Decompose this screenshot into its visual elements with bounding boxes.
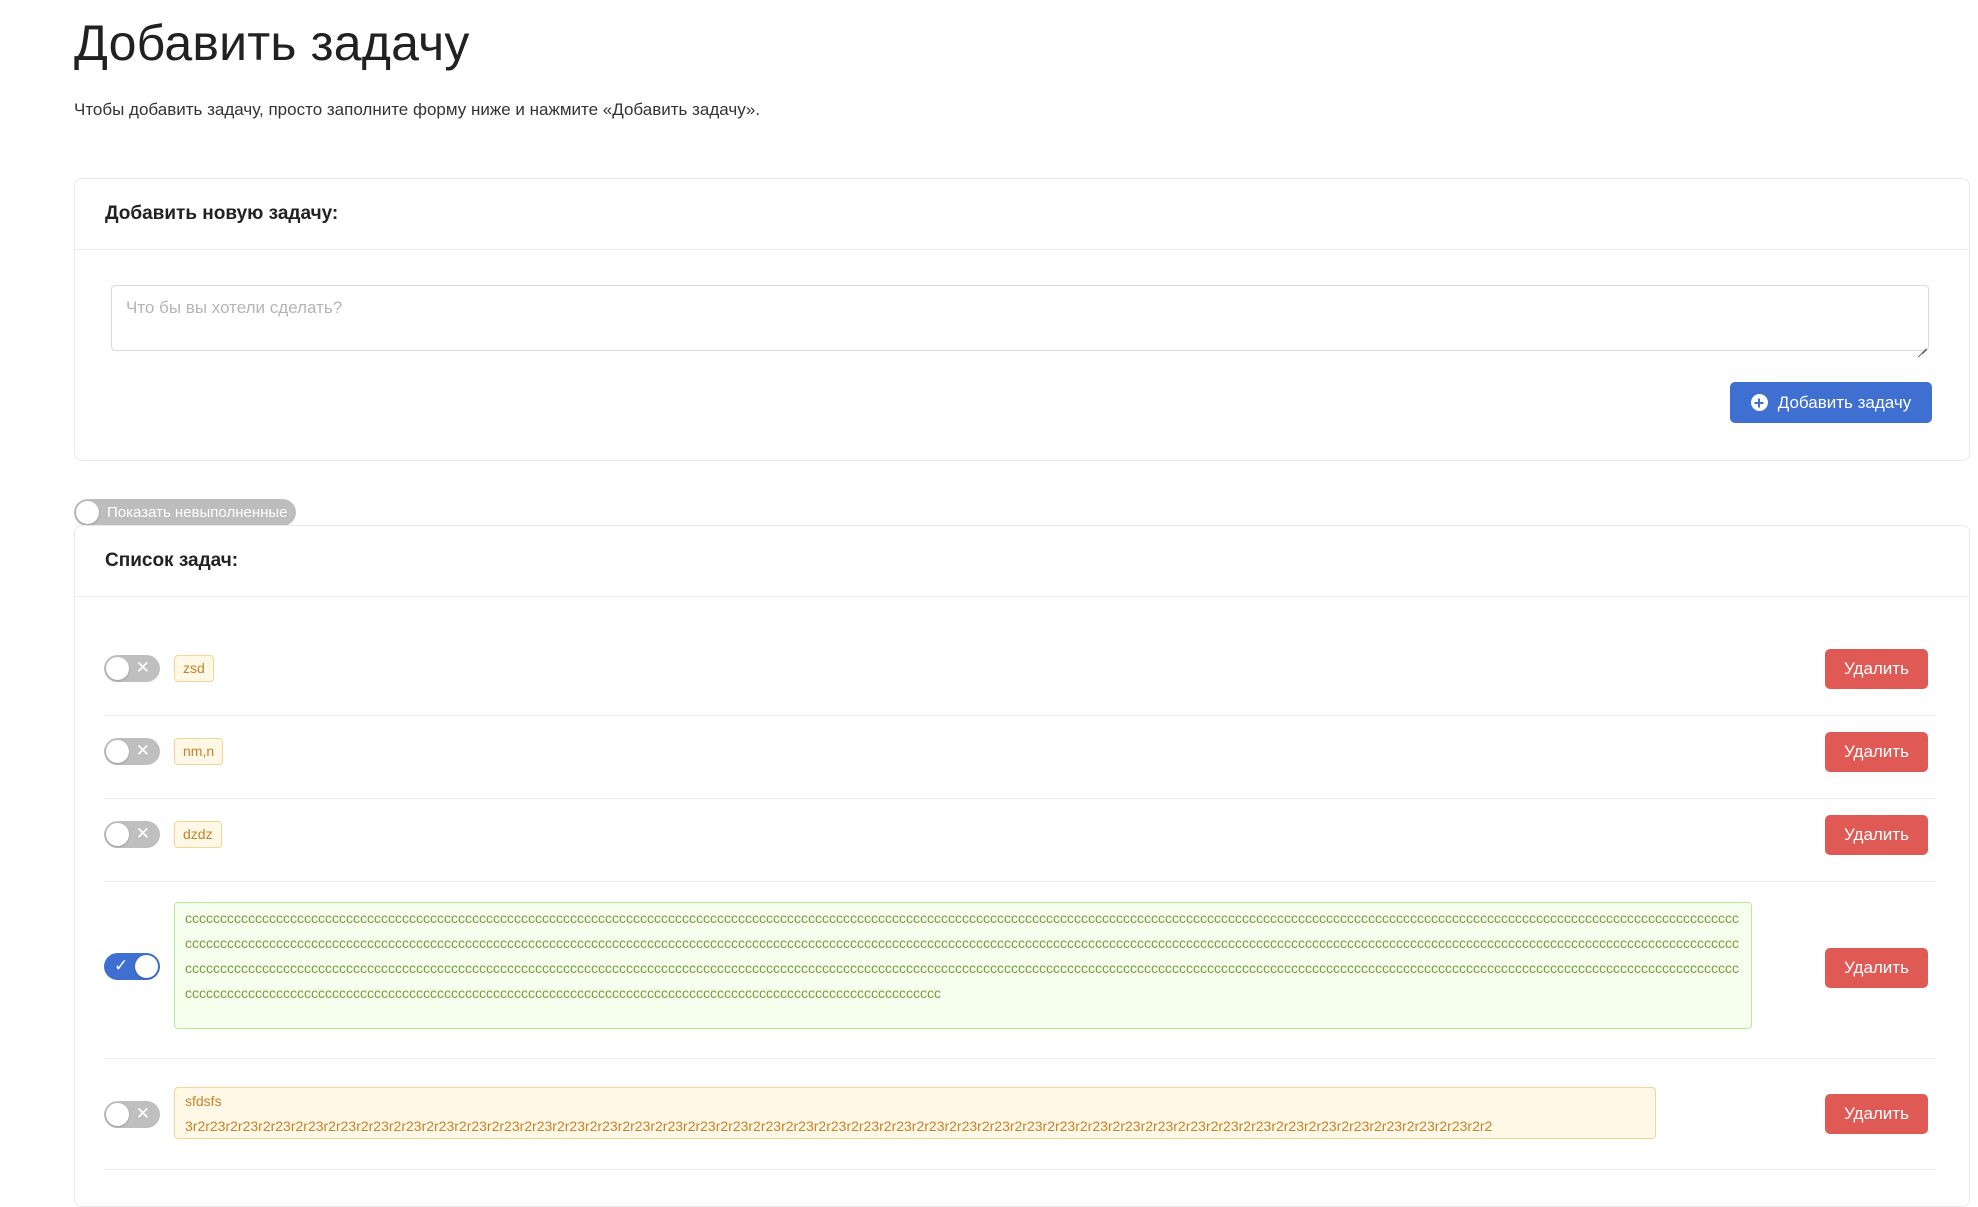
page-intro: Чтобы добавить задачу, просто заполните …: [74, 100, 761, 119]
task-row: ✕ nm,n Удалить: [104, 716, 1936, 799]
task-text: zsd: [174, 655, 214, 682]
toggle-knob: [106, 740, 129, 763]
task-text: nm,n: [174, 738, 224, 765]
task-list-card-header: Список задач:: [75, 526, 1969, 597]
task-input[interactable]: [111, 285, 1929, 351]
add-task-card-header: Добавить новую задачу:: [75, 179, 1969, 250]
toggle-knob: [106, 1103, 129, 1126]
task-done-toggle[interactable]: ✕: [104, 821, 160, 848]
close-icon: ✕: [135, 824, 150, 843]
task-done-toggle[interactable]: ✕: [104, 655, 160, 682]
task-text: cccccccccccccccccccccccccccccccccccccccc…: [174, 902, 1752, 1029]
page-title: Добавить задачу: [74, 15, 470, 71]
toggle-knob: [76, 501, 99, 524]
close-icon: ✕: [135, 1104, 150, 1123]
task-text: sfdsfs 3r2r23r2r23r2r23r2r23r2r23r2r23r2…: [174, 1087, 1656, 1139]
add-task-card: Добавить новую задачу: Добавить задачу: [74, 178, 1970, 461]
delete-task-button[interactable]: Удалить: [1825, 815, 1928, 855]
task-row: ✓ cccccccccccccccccccccccccccccccccccccc…: [104, 882, 1936, 1059]
task-row: ✕ zsd Удалить: [104, 633, 1936, 716]
page: Добавить задачу Чтобы добавить задачу, п…: [0, 0, 1978, 1207]
task-done-toggle[interactable]: ✕: [104, 1101, 160, 1128]
show-incomplete-toggle[interactable]: Показать невыполненные: [74, 499, 296, 526]
task-done-toggle[interactable]: ✓: [104, 953, 160, 980]
task-list-heading: Список задач:: [105, 550, 239, 571]
close-icon: ✕: [135, 658, 150, 677]
task-done-toggle[interactable]: ✕: [104, 738, 160, 765]
delete-task-button[interactable]: Удалить: [1825, 649, 1928, 689]
task-row: ✕ dzdz Удалить: [104, 799, 1936, 882]
add-task-heading: Добавить новую задачу:: [105, 203, 339, 224]
check-icon: ✓: [114, 956, 129, 975]
task-row: ✕ sfdsfs 3r2r23r2r23r2r23r2r23r2r23r2r23…: [104, 1059, 1936, 1170]
delete-task-button[interactable]: Удалить: [1825, 732, 1928, 772]
plus-circle-icon: [1750, 394, 1768, 411]
add-task-button-label: Добавить задачу: [1777, 392, 1912, 412]
delete-task-button[interactable]: Удалить: [1825, 948, 1928, 988]
resize-grip-icon[interactable]: [1917, 339, 1927, 349]
show-incomplete-label: Показать невыполненные: [107, 504, 288, 521]
delete-task-button[interactable]: Удалить: [1825, 1094, 1928, 1134]
task-text: dzdz: [174, 821, 222, 848]
add-task-button[interactable]: Добавить задачу: [1730, 382, 1932, 423]
toggle-knob: [135, 955, 158, 978]
toggle-knob: [106, 657, 129, 680]
toggle-knob: [106, 823, 129, 846]
close-icon: ✕: [135, 741, 150, 760]
